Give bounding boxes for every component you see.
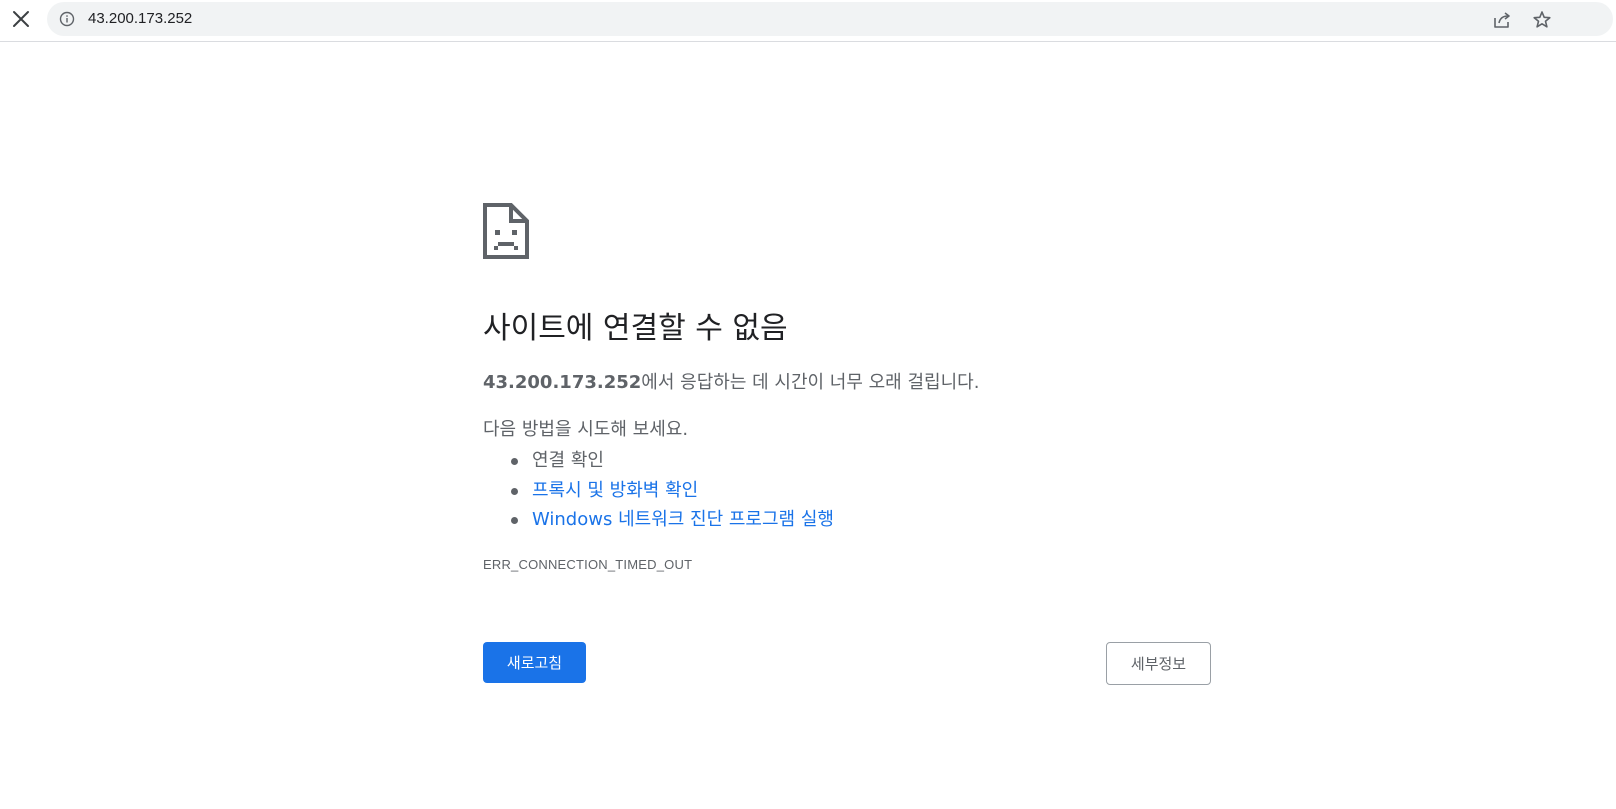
browser-toolbar: 43.200.173.252 [0, 0, 1616, 42]
details-button[interactable]: 세부정보 [1106, 642, 1211, 685]
sad-document-icon [483, 203, 529, 259]
error-title: 사이트에 연결할 수 없음 [483, 311, 788, 346]
suggestion-check-connection: 연결 확인 [532, 450, 604, 471]
bullet-icon [511, 487, 518, 495]
star-icon[interactable] [1531, 9, 1553, 31]
suggestion-network-diagnostics-link[interactable]: Windows 네트워크 진단 프로그램 실행 [532, 509, 834, 530]
bullet-icon [511, 517, 518, 524]
share-icon[interactable] [1491, 9, 1513, 31]
suggestions-list: 연결 확인 프록시 및 방화벽 확인 Windows 네트워크 진단 프로그램 … [483, 446, 834, 535]
bullet-icon [511, 458, 518, 465]
suggestions-intro: 다음 방법을 시도해 보세요. [483, 419, 689, 440]
info-icon[interactable] [59, 11, 75, 27]
suggestion-proxy-firewall-link[interactable]: 프록시 및 방화벽 확인 [532, 480, 698, 501]
url-text[interactable]: 43.200.173.252 [88, 10, 192, 27]
close-icon[interactable] [10, 8, 32, 30]
reload-button[interactable]: 새로고침 [483, 642, 586, 683]
address-bar[interactable]: 43.200.173.252 [47, 2, 1613, 36]
suggestion-item: Windows 네트워크 진단 프로그램 실행 [483, 505, 834, 535]
error-code: ERR_CONNECTION_TIMED_OUT [483, 557, 693, 572]
error-summary-text: 에서 응답하는 데 시간이 너무 오래 걸립니다. [641, 372, 980, 393]
error-summary: 43.200.173.252에서 응답하는 데 시간이 너무 오래 걸립니다. [483, 370, 979, 396]
error-host: 43.200.173.252 [483, 372, 642, 393]
suggestion-item: 연결 확인 [483, 446, 834, 476]
suggestion-item: 프록시 및 방화벽 확인 [483, 476, 834, 506]
